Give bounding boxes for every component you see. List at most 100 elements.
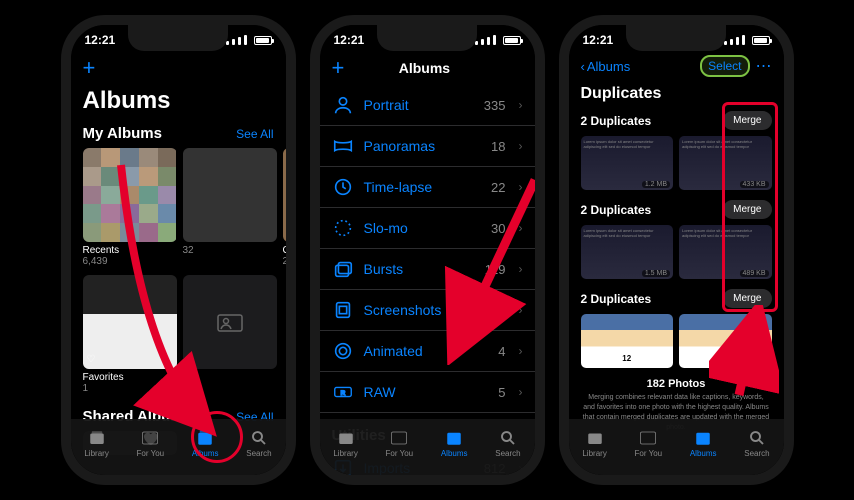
tab-bar: Library For You Albums Search: [320, 419, 535, 475]
album-thumbnail: [183, 148, 277, 242]
row-count: 4: [498, 344, 505, 359]
album-thumbnail: [283, 148, 286, 242]
row-timelapse[interactable]: Time-lapse 22›: [320, 167, 535, 208]
row-count: 30: [491, 221, 505, 236]
row-screenshots[interactable]: Screenshots 289 ›: [320, 290, 535, 331]
tab-bar: Library For You Albums Search: [569, 419, 784, 475]
time: 12:21: [583, 33, 614, 47]
chevron-right-icon: ›: [519, 262, 523, 276]
album-item[interactable]: C 2: [283, 148, 286, 267]
album-count: 6,439: [83, 256, 177, 267]
page-title: Albums: [71, 85, 286, 121]
heart-icon: ♡: [87, 354, 96, 365]
row-raw[interactable]: R RAW 5 ›: [320, 372, 535, 413]
time: 12:21: [85, 33, 116, 47]
row-count: 335: [484, 98, 506, 113]
row-animated[interactable]: Animated 4›: [320, 331, 535, 372]
row-count: 18: [491, 139, 505, 154]
row-count: 289: [484, 303, 506, 318]
chevron-right-icon: ›: [519, 385, 523, 399]
row-panoramas[interactable]: Panoramas 18 ›: [320, 126, 535, 167]
album-count: 2: [283, 256, 286, 267]
row-label: Panoramas: [364, 138, 482, 154]
album-recents[interactable]: Recents 6,439: [83, 148, 177, 267]
row-bursts[interactable]: Bursts 119›: [320, 249, 535, 290]
tab-search[interactable]: Search: [744, 429, 769, 458]
add-button[interactable]: +: [83, 55, 96, 81]
tab-search[interactable]: Search: [495, 429, 520, 458]
row-portrait[interactable]: Portrait 335 ›: [320, 85, 535, 126]
album-count: 32: [183, 245, 277, 256]
svg-text:R: R: [340, 390, 345, 397]
album-thumbnail: [183, 275, 277, 369]
album-label: C: [283, 245, 286, 256]
album-thumbnail: [83, 148, 177, 242]
raw-icon: R: [332, 381, 354, 403]
duplicate-thumbnail[interactable]: 12: [679, 314, 772, 368]
back-button[interactable]: ‹Albums: [581, 59, 631, 74]
row-count: 5: [498, 385, 505, 400]
row-slomo[interactable]: Slo-mo 30 ›: [320, 208, 535, 249]
album-label: Recents: [83, 245, 177, 256]
row-label: Animated: [364, 343, 489, 359]
duplicate-thumbnail[interactable]: Lorem ipsum dolor sit amet consectetur a…: [581, 225, 674, 279]
album-label: Favorites: [83, 372, 177, 383]
duplicate-thumbnail[interactable]: Lorem ipsum dolor sit amet consectetur a…: [581, 136, 674, 190]
calendar-badge: 12: [717, 352, 734, 365]
notch: [377, 25, 477, 51]
more-icon[interactable]: ⋯: [756, 56, 772, 76]
portrait-icon: [332, 94, 354, 116]
row-label: Screenshots: [364, 302, 474, 318]
see-all-link[interactable]: See All: [236, 127, 273, 141]
phone-3: 12:21 ‹Albums Select ⋯ Duplicates 2 Dupl…: [559, 15, 794, 485]
row-label: Time-lapse: [364, 179, 482, 195]
album-item[interactable]: 32: [183, 148, 277, 267]
tab-library[interactable]: Library: [582, 429, 606, 458]
timelapse-icon: [332, 176, 354, 198]
notch: [626, 25, 726, 51]
tab-albums[interactable]: Albums: [690, 429, 717, 458]
select-button[interactable]: Select: [700, 55, 749, 77]
album-people[interactable]: [183, 275, 277, 394]
highlight-merge-box: [722, 102, 778, 312]
tab-search[interactable]: Search: [246, 429, 271, 458]
screenshots-icon: [332, 299, 354, 321]
footer-count: 182 Photos: [569, 378, 784, 390]
panoramas-icon: [332, 135, 354, 157]
row-label: Portrait: [364, 97, 474, 113]
row-label: Slo-mo: [364, 220, 482, 236]
tab-foryou[interactable]: For You: [386, 429, 414, 458]
row-label: RAW: [364, 384, 489, 400]
album-count: 1: [83, 383, 177, 394]
section-my-albums: My Albums: [83, 125, 162, 142]
slomo-icon: [332, 217, 354, 239]
people-icon: [216, 311, 244, 333]
tab-bar: Library For You Albums Search: [71, 419, 286, 475]
phone-1: 12:21 + Albums My Albums See All Recents…: [61, 15, 296, 485]
bursts-icon: [332, 258, 354, 280]
album-favorites[interactable]: ♡ Favorites 1: [83, 275, 177, 394]
tab-albums[interactable]: Albums: [441, 429, 468, 458]
chevron-right-icon: ›: [519, 221, 523, 235]
album-thumbnail: ♡: [83, 275, 177, 369]
chevron-right-icon: ›: [519, 303, 523, 317]
calendar-badge: 12: [618, 352, 635, 365]
highlight-circle: [191, 411, 243, 463]
tab-library[interactable]: Library: [84, 429, 108, 458]
tab-foryou[interactable]: For You: [635, 429, 663, 458]
duplicate-thumbnail[interactable]: 12: [581, 314, 674, 368]
phone-2: 12:21 + Albums Portrait 335 › Panoramas 1…: [310, 15, 545, 485]
animated-icon: [332, 340, 354, 362]
duplicate-title: 2 Duplicates: [581, 203, 652, 217]
time: 12:21: [334, 33, 365, 47]
chevron-right-icon: ›: [519, 139, 523, 153]
chevron-right-icon: ›: [519, 98, 523, 112]
tab-foryou[interactable]: For You: [137, 429, 165, 458]
duplicate-title: 2 Duplicates: [581, 114, 652, 128]
row-count: 22: [491, 180, 505, 195]
add-button[interactable]: +: [332, 55, 345, 81]
tab-library[interactable]: Library: [333, 429, 357, 458]
notch: [128, 25, 228, 51]
file-size: 1.2 MB: [642, 181, 670, 188]
file-size: 1.5 MB: [642, 270, 670, 277]
